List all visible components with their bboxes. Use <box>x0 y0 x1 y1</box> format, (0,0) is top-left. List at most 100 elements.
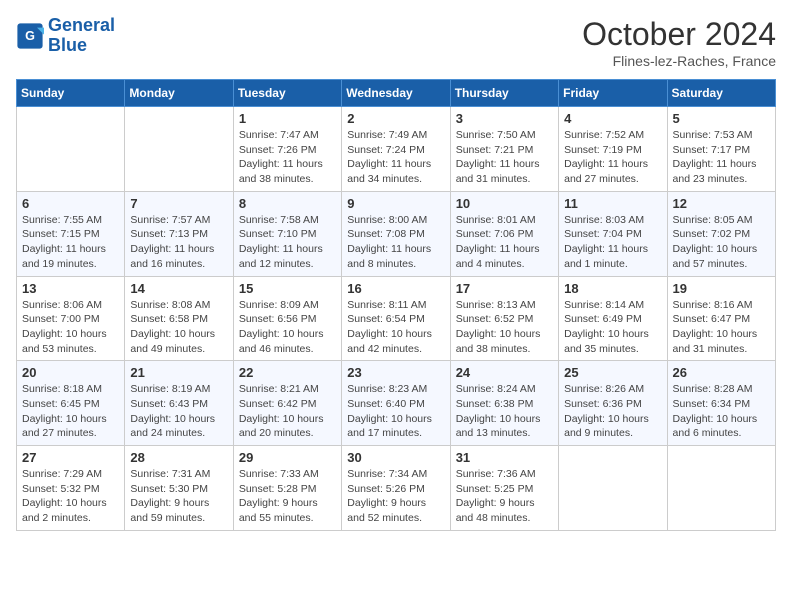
weekday-header-cell: Tuesday <box>233 80 341 107</box>
calendar-cell <box>17 107 125 192</box>
day-number: 10 <box>456 196 553 211</box>
day-info: Sunrise: 8:05 AM Sunset: 7:02 PM Dayligh… <box>673 213 770 272</box>
location-subtitle: Flines-lez-Raches, France <box>582 53 776 69</box>
day-info: Sunrise: 7:31 AM Sunset: 5:30 PM Dayligh… <box>130 467 227 526</box>
weekday-header-cell: Monday <box>125 80 233 107</box>
calendar-cell: 11 Sunrise: 8:03 AM Sunset: 7:04 PM Dayli… <box>559 191 667 276</box>
day-info: Sunrise: 7:49 AM Sunset: 7:24 PM Dayligh… <box>347 128 444 187</box>
day-info: Sunrise: 8:24 AM Sunset: 6:38 PM Dayligh… <box>456 382 553 441</box>
day-info: Sunrise: 8:00 AM Sunset: 7:08 PM Dayligh… <box>347 213 444 272</box>
calendar-week-row: 27 Sunrise: 7:29 AM Sunset: 5:32 PM Dayli… <box>17 446 776 531</box>
day-info: Sunrise: 8:21 AM Sunset: 6:42 PM Dayligh… <box>239 382 336 441</box>
calendar-cell <box>125 107 233 192</box>
day-info: Sunrise: 8:19 AM Sunset: 6:43 PM Dayligh… <box>130 382 227 441</box>
day-info: Sunrise: 8:23 AM Sunset: 6:40 PM Dayligh… <box>347 382 444 441</box>
day-info: Sunrise: 7:57 AM Sunset: 7:13 PM Dayligh… <box>130 213 227 272</box>
day-number: 11 <box>564 196 661 211</box>
day-number: 24 <box>456 365 553 380</box>
calendar-cell: 25 Sunrise: 8:26 AM Sunset: 6:36 PM Dayli… <box>559 361 667 446</box>
day-number: 16 <box>347 281 444 296</box>
calendar-cell: 31 Sunrise: 7:36 AM Sunset: 5:25 PM Dayli… <box>450 446 558 531</box>
calendar-cell: 30 Sunrise: 7:34 AM Sunset: 5:26 PM Dayli… <box>342 446 450 531</box>
calendar-cell: 4 Sunrise: 7:52 AM Sunset: 7:19 PM Daylig… <box>559 107 667 192</box>
day-number: 25 <box>564 365 661 380</box>
day-info: Sunrise: 8:06 AM Sunset: 7:00 PM Dayligh… <box>22 298 119 357</box>
day-info: Sunrise: 8:26 AM Sunset: 6:36 PM Dayligh… <box>564 382 661 441</box>
weekday-header-cell: Sunday <box>17 80 125 107</box>
logo-text: General Blue <box>48 16 115 56</box>
title-area: October 2024 Flines-lez-Raches, France <box>582 16 776 69</box>
day-number: 6 <box>22 196 119 211</box>
calendar-cell <box>559 446 667 531</box>
day-info: Sunrise: 7:29 AM Sunset: 5:32 PM Dayligh… <box>22 467 119 526</box>
weekday-header-cell: Wednesday <box>342 80 450 107</box>
day-number: 30 <box>347 450 444 465</box>
day-number: 13 <box>22 281 119 296</box>
day-info: Sunrise: 8:08 AM Sunset: 6:58 PM Dayligh… <box>130 298 227 357</box>
calendar-cell: 15 Sunrise: 8:09 AM Sunset: 6:56 PM Dayli… <box>233 276 341 361</box>
calendar-cell: 17 Sunrise: 8:13 AM Sunset: 6:52 PM Dayli… <box>450 276 558 361</box>
day-info: Sunrise: 7:58 AM Sunset: 7:10 PM Dayligh… <box>239 213 336 272</box>
calendar-week-row: 6 Sunrise: 7:55 AM Sunset: 7:15 PM Daylig… <box>17 191 776 276</box>
calendar-cell <box>667 446 775 531</box>
calendar-cell: 16Sunrise: 8:11 AM Sunset: 6:54 PM Dayli… <box>342 276 450 361</box>
calendar-cell: 26Sunrise: 8:28 AM Sunset: 6:34 PM Dayli… <box>667 361 775 446</box>
day-number: 17 <box>456 281 553 296</box>
calendar-cell: 6 Sunrise: 7:55 AM Sunset: 7:15 PM Daylig… <box>17 191 125 276</box>
day-info: Sunrise: 8:13 AM Sunset: 6:52 PM Dayligh… <box>456 298 553 357</box>
calendar-cell: 19 Sunrise: 8:16 AM Sunset: 6:47 PM Dayli… <box>667 276 775 361</box>
calendar-week-row: 13 Sunrise: 8:06 AM Sunset: 7:00 PM Dayli… <box>17 276 776 361</box>
calendar-cell: 24 Sunrise: 8:24 AM Sunset: 6:38 PM Dayli… <box>450 361 558 446</box>
calendar-week-row: 1Sunrise: 7:47 AM Sunset: 7:26 PM Daylig… <box>17 107 776 192</box>
day-number: 4 <box>564 111 661 126</box>
calendar-cell: 22 Sunrise: 8:21 AM Sunset: 6:42 PM Dayli… <box>233 361 341 446</box>
day-info: Sunrise: 8:03 AM Sunset: 7:04 PM Dayligh… <box>564 213 661 272</box>
day-number: 31 <box>456 450 553 465</box>
calendar-cell: 9 Sunrise: 8:00 AM Sunset: 7:08 PM Daylig… <box>342 191 450 276</box>
day-number: 23 <box>347 365 444 380</box>
weekday-header-row: SundayMondayTuesdayWednesdayThursdayFrid… <box>17 80 776 107</box>
day-number: 9 <box>347 196 444 211</box>
calendar-cell: 29Sunrise: 7:33 AM Sunset: 5:28 PM Dayli… <box>233 446 341 531</box>
day-info: Sunrise: 7:55 AM Sunset: 7:15 PM Dayligh… <box>22 213 119 272</box>
weekday-header-cell: Friday <box>559 80 667 107</box>
calendar-week-row: 20 Sunrise: 8:18 AM Sunset: 6:45 PM Dayli… <box>17 361 776 446</box>
calendar-cell: 12 Sunrise: 8:05 AM Sunset: 7:02 PM Dayli… <box>667 191 775 276</box>
calendar-cell: 2Sunrise: 7:49 AM Sunset: 7:24 PM Daylig… <box>342 107 450 192</box>
day-info: Sunrise: 8:28 AM Sunset: 6:34 PM Dayligh… <box>673 382 770 441</box>
calendar-cell: 18Sunrise: 8:14 AM Sunset: 6:49 PM Dayli… <box>559 276 667 361</box>
day-info: Sunrise: 7:47 AM Sunset: 7:26 PM Dayligh… <box>239 128 336 187</box>
calendar-cell: 14Sunrise: 8:08 AM Sunset: 6:58 PM Dayli… <box>125 276 233 361</box>
calendar-cell: 7 Sunrise: 7:57 AM Sunset: 7:13 PM Daylig… <box>125 191 233 276</box>
day-number: 20 <box>22 365 119 380</box>
weekday-header-cell: Saturday <box>667 80 775 107</box>
calendar-cell: 28 Sunrise: 7:31 AM Sunset: 5:30 PM Dayli… <box>125 446 233 531</box>
day-info: Sunrise: 7:52 AM Sunset: 7:19 PM Dayligh… <box>564 128 661 187</box>
day-info: Sunrise: 8:09 AM Sunset: 6:56 PM Dayligh… <box>239 298 336 357</box>
calendar-cell: 13 Sunrise: 8:06 AM Sunset: 7:00 PM Dayli… <box>17 276 125 361</box>
calendar-table: SundayMondayTuesdayWednesdayThursdayFrid… <box>16 79 776 531</box>
day-number: 12 <box>673 196 770 211</box>
day-info: Sunrise: 8:01 AM Sunset: 7:06 PM Dayligh… <box>456 213 553 272</box>
day-number: 3 <box>456 111 553 126</box>
day-number: 28 <box>130 450 227 465</box>
calendar-cell: 3Sunrise: 7:50 AM Sunset: 7:21 PM Daylig… <box>450 107 558 192</box>
month-title: October 2024 <box>582 16 776 53</box>
calendar-cell: 20 Sunrise: 8:18 AM Sunset: 6:45 PM Dayli… <box>17 361 125 446</box>
day-info: Sunrise: 7:34 AM Sunset: 5:26 PM Dayligh… <box>347 467 444 526</box>
day-info: Sunrise: 8:16 AM Sunset: 6:47 PM Dayligh… <box>673 298 770 357</box>
day-number: 27 <box>22 450 119 465</box>
day-number: 21 <box>130 365 227 380</box>
day-info: Sunrise: 7:36 AM Sunset: 5:25 PM Dayligh… <box>456 467 553 526</box>
day-info: Sunrise: 7:33 AM Sunset: 5:28 PM Dayligh… <box>239 467 336 526</box>
day-number: 19 <box>673 281 770 296</box>
day-number: 7 <box>130 196 227 211</box>
calendar-cell: 23 Sunrise: 8:23 AM Sunset: 6:40 PM Dayli… <box>342 361 450 446</box>
page-header: G General Blue October 2024 Flines-lez-R… <box>16 16 776 69</box>
day-number: 15 <box>239 281 336 296</box>
day-number: 18 <box>564 281 661 296</box>
weekday-header-cell: Thursday <box>450 80 558 107</box>
day-number: 22 <box>239 365 336 380</box>
svg-text:G: G <box>25 29 35 43</box>
day-info: Sunrise: 8:18 AM Sunset: 6:45 PM Dayligh… <box>22 382 119 441</box>
